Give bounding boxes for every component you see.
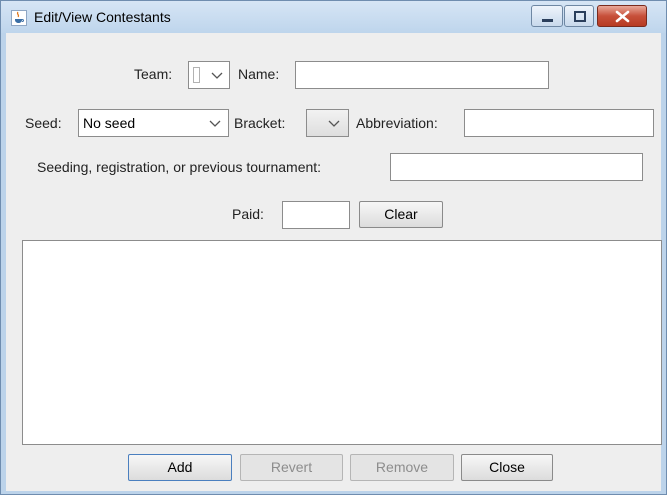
team-combobox[interactable] (188, 61, 230, 89)
chevron-down-icon (209, 120, 221, 127)
window-title: Edit/View Contestants (34, 9, 171, 25)
clear-button[interactable]: Clear (359, 201, 443, 228)
focus-dots-icon (193, 67, 200, 83)
seed-value: No seed (83, 115, 136, 131)
title-bar[interactable]: Edit/View Contestants (1, 1, 666, 33)
maximize-button[interactable] (564, 5, 594, 27)
java-cup-icon (11, 10, 27, 26)
close-button[interactable]: Close (461, 454, 553, 481)
bracket-label: Bracket: (234, 115, 286, 131)
seeding-field[interactable] (390, 153, 643, 181)
minimize-button[interactable] (531, 5, 563, 27)
chevron-down-icon (211, 72, 223, 79)
seed-label: Seed: (25, 115, 62, 131)
abbreviation-label: Abbreviation: (356, 115, 438, 131)
revert-button[interactable]: Revert (240, 454, 343, 481)
name-label: Name: (238, 66, 280, 82)
name-field[interactable] (295, 61, 549, 89)
close-icon (615, 10, 630, 23)
seeding-label: Seeding, registration, or previous tourn… (37, 159, 322, 175)
close-window-button[interactable] (597, 5, 647, 27)
seed-combobox[interactable]: No seed (78, 109, 229, 137)
maximize-icon (574, 11, 586, 22)
remove-button[interactable]: Remove (350, 454, 454, 481)
add-button[interactable]: Add (128, 454, 232, 481)
chevron-down-icon (328, 120, 340, 127)
contestants-list[interactable] (22, 240, 662, 445)
paid-field[interactable] (282, 201, 350, 229)
abbreviation-field[interactable] (464, 109, 654, 137)
team-label: Team: (134, 66, 173, 82)
bracket-combobox[interactable] (306, 109, 349, 137)
minimize-icon (542, 19, 553, 22)
paid-label: Paid: (232, 206, 264, 222)
